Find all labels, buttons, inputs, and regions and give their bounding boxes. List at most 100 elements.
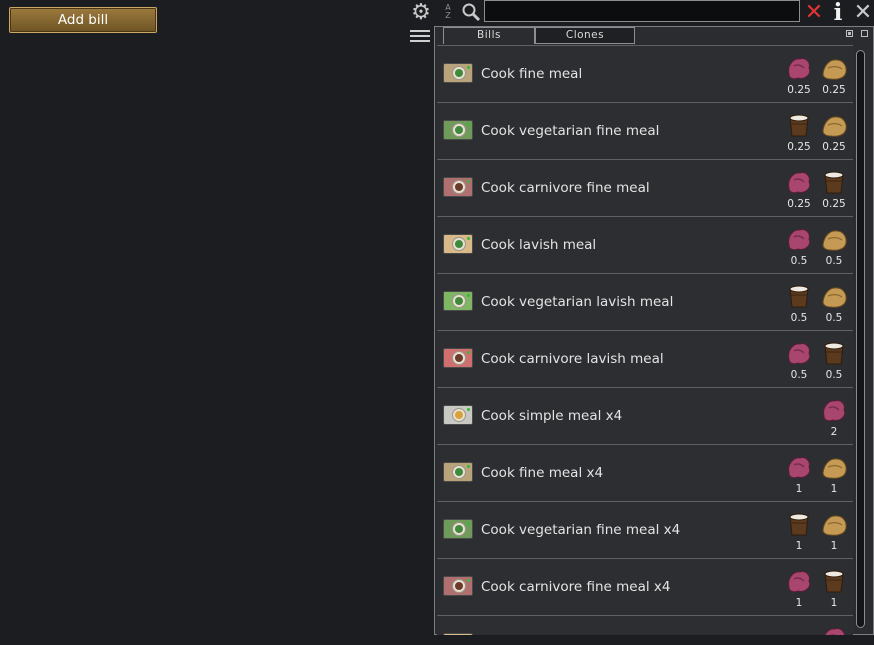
ingredient-quantity: 0.5	[790, 255, 808, 267]
add-bill-button[interactable]: Add bill	[9, 7, 157, 33]
recipe-row[interactable]: Cook simple meal x4 2	[437, 388, 853, 445]
meat-icon	[820, 624, 848, 635]
vegetable-icon	[820, 453, 848, 481]
ingredient: 1	[782, 567, 816, 611]
recipe-label: Cook vegetarian fine meal	[481, 123, 660, 139]
meal-icon	[443, 576, 473, 596]
meat-icon	[785, 453, 813, 481]
hamburger-menu-icon[interactable]	[410, 27, 430, 43]
recipe-label: Cook fine meal	[481, 66, 583, 82]
recipe-label: Cook simple meal x4	[481, 408, 623, 424]
recipe-row[interactable]: Cook fine meal x4 1 1	[437, 445, 853, 502]
close-icon[interactable]: ✕	[852, 0, 874, 25]
ingredient: 0.25	[817, 111, 851, 155]
ingredient: 0.5	[782, 225, 816, 269]
meal-icon	[443, 63, 473, 83]
search-input[interactable]	[484, 0, 800, 22]
ingredient: 0.25	[782, 111, 816, 155]
ingredient-quantity: 1	[795, 483, 803, 495]
ingredient: 0.25	[817, 54, 851, 98]
recipe-row[interactable]: Cook vegetarian lavish meal 0.5 0.5	[437, 274, 853, 331]
recipe-row[interactable]: Cook vegetarian fine meal x4 1 1	[437, 502, 853, 559]
meal-icon	[443, 405, 473, 425]
ingredient: 0.5	[817, 225, 851, 269]
ingredient: 0.25	[782, 54, 816, 98]
recipe-row[interactable]: Cook carnivore fine meal x4 1 1	[437, 559, 853, 616]
milk-icon	[785, 282, 813, 310]
recipe-label: Cook carnivore lavish meal	[481, 351, 664, 367]
clear-search-icon[interactable]: ✕	[803, 0, 825, 25]
bill-recipe-panel: Bills Clones Cook fine meal 0.25 0.25 Cook …	[434, 26, 874, 635]
milk-icon	[820, 168, 848, 196]
recipe-label: Cook carnivore fine meal	[481, 180, 650, 196]
recipe-row[interactable]: Cook carnivore fine meal 0.25 0.25	[437, 160, 853, 217]
meal-icon	[443, 348, 473, 368]
ingredient-quantity: 0.5	[790, 369, 808, 381]
ingredient-quantity: 2	[830, 426, 838, 438]
recipe-list: Cook fine meal 0.25 0.25 Cook vegetarian fi…	[437, 45, 853, 635]
minimize-icon[interactable]	[846, 30, 853, 37]
ingredient: 0.5	[782, 339, 816, 383]
ingredient-quantity: 1	[830, 483, 838, 495]
maximize-icon[interactable]	[861, 30, 868, 37]
recipe-row[interactable]: Cook lavish meal 0.5 0.5	[437, 217, 853, 274]
meat-icon	[785, 567, 813, 595]
info-icon[interactable]: i	[828, 0, 848, 26]
recipe-row[interactable]: Cook carnivore lavish meal 0.5 0.5	[437, 331, 853, 388]
ingredient-quantity: 0.25	[822, 198, 846, 210]
meal-icon	[443, 234, 473, 254]
ingredient-quantity: 0.5	[825, 312, 843, 324]
ingredient-quantity: 0.5	[825, 369, 843, 381]
ingredient-quantity: 0.25	[787, 198, 811, 210]
ingredient: 1	[782, 510, 816, 554]
ingredient: 0.25	[817, 168, 851, 212]
ingredient-quantity: 0.25	[822, 141, 846, 153]
search-icon[interactable]	[459, 0, 483, 24]
ingredient-quantity: 1	[795, 540, 803, 552]
ingredient-quantity: 1	[830, 540, 838, 552]
milk-icon	[820, 339, 848, 367]
recipe-label: Cook carnivore fine meal x4	[481, 579, 671, 595]
meat-icon	[785, 54, 813, 82]
recipe-row[interactable]: Cook fine meal 0.25 0.25	[437, 46, 853, 103]
ingredient: 2	[817, 396, 851, 440]
meat-icon	[785, 339, 813, 367]
sort-letter-z: Z	[445, 11, 451, 20]
scrollbar[interactable]	[855, 46, 867, 632]
ingredient-quantity: 0.25	[787, 141, 811, 153]
ingredient-quantity: 0.25	[787, 84, 811, 96]
ingredient-quantity: 1	[795, 597, 803, 609]
meal-icon	[443, 120, 473, 140]
scrollbar-thumb[interactable]	[856, 50, 865, 628]
recipe-row[interactable]: Cook vegetarian fine meal 0.25 0.25	[437, 103, 853, 160]
vegetable-icon	[820, 510, 848, 538]
gear-icon[interactable]: ⚙	[409, 0, 433, 25]
vegetable-icon	[820, 282, 848, 310]
tab-bills[interactable]: Bills	[443, 27, 535, 44]
recipe-label: Cook vegetarian lavish meal	[481, 294, 674, 310]
tab-bar: Bills Clones	[435, 27, 873, 44]
ingredient-quantity: 1	[830, 597, 838, 609]
recipe-label: Cook lavish meal	[481, 237, 597, 253]
milk-icon	[785, 111, 813, 139]
recipe-row[interactable]	[437, 616, 853, 635]
milk-icon	[820, 567, 848, 595]
sort-az-icon[interactable]: A Z	[438, 0, 458, 24]
meat-icon	[820, 396, 848, 424]
vegetable-icon	[820, 111, 848, 139]
meal-icon	[443, 633, 473, 635]
meal-icon	[443, 177, 473, 197]
meal-icon	[443, 519, 473, 539]
ingredient: 0.25	[782, 168, 816, 212]
recipe-label: Cook fine meal x4	[481, 465, 604, 481]
ingredient: 1	[782, 453, 816, 497]
ingredient: 0.5	[782, 282, 816, 326]
ingredient: 0.5	[817, 339, 851, 383]
tab-clones[interactable]: Clones	[535, 27, 635, 44]
ingredient-quantity: 0.25	[822, 84, 846, 96]
recipe-label: Cook vegetarian fine meal x4	[481, 522, 681, 538]
ingredient: 1	[817, 453, 851, 497]
meat-icon	[785, 225, 813, 253]
ingredient: 1	[817, 567, 851, 611]
meal-icon	[443, 291, 473, 311]
